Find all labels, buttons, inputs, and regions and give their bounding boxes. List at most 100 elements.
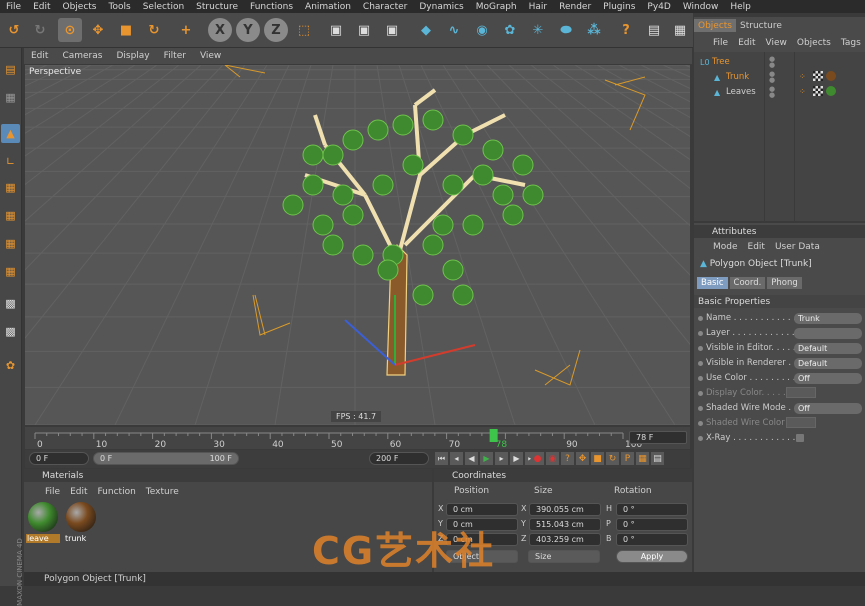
size-mode-select[interactable]: Size [528,550,600,563]
model-mode-icon[interactable]: ▲ [1,124,20,143]
visibility-dots[interactable]: ● ● [769,56,775,69]
objects-menu-objects[interactable]: Objects [792,38,836,48]
size-field[interactable]: 515.043 cm [529,518,601,531]
end-frame-field[interactable]: 200 F [369,452,429,465]
autokey-icon[interactable]: ◉ [546,452,559,465]
coordinate-system-icon[interactable]: ⬚ [292,18,316,42]
rotation-field[interactable]: 0 ° [616,518,688,531]
color-swatch[interactable] [786,387,816,398]
nurbs-icon[interactable]: ◉ [470,18,494,42]
make-editable-icon[interactable]: ▤ [1,60,20,79]
menu-structure[interactable]: Structure [190,2,244,12]
menu-objects[interactable]: Objects [57,2,103,12]
size-field[interactable]: 403.259 cm [529,533,601,546]
axis-mode-icon[interactable]: ∟ [1,152,20,171]
key-rotation-icon[interactable]: ↻ [606,452,619,465]
materials-menu-texture[interactable]: Texture [141,487,184,497]
prev-key-icon[interactable]: ◂ [450,452,463,465]
menu-mograph[interactable]: MoGraph [470,2,523,12]
menu-animation[interactable]: Animation [299,2,357,12]
tab-structure[interactable]: Structure [736,19,786,32]
render-picture-viewer-icon[interactable]: ▣ [352,18,376,42]
menu-py4d[interactable]: Py4D [641,2,676,12]
prev-frame-icon[interactable]: ◀ [465,452,478,465]
next-key-icon[interactable]: ▶ [510,452,523,465]
menu-hair[interactable]: Hair [523,2,553,12]
environment-icon[interactable]: ⬬ [554,18,578,42]
rotation-field[interactable]: 0 ° [616,533,688,546]
size-field[interactable]: 390.055 cm [529,503,601,516]
key-param-icon[interactable]: P [621,452,634,465]
play-icon[interactable]: ▶ [480,452,493,465]
tweak-icon[interactable]: ✿ [1,356,20,375]
menu-selection[interactable]: Selection [137,2,190,12]
attributes-menu-user-data[interactable]: User Data [770,242,825,252]
phong-tag-icon[interactable]: ⁘ [799,72,806,81]
tree-model[interactable] [282,88,544,376]
tab-objects[interactable]: Objects [694,19,737,32]
tab-basic[interactable]: Basic [697,277,728,289]
material-tag-icon[interactable] [826,86,836,96]
texture-tag-icon[interactable] [813,86,823,96]
texture-mode-icon[interactable]: ▦ [1,88,20,107]
array-icon[interactable]: ✿ [498,18,522,42]
menu-plugins[interactable]: Plugins [597,2,641,12]
viewport-menu-edit[interactable]: Edit [24,51,55,61]
goto-start-icon[interactable]: ⏮ [435,452,448,465]
visibility-dots[interactable]: ● ● [769,71,775,84]
materials-menu-edit[interactable]: Edit [65,487,92,497]
materials-menu-file[interactable]: File [40,487,65,497]
frame-range-slider[interactable]: 0 F 100 F [93,452,239,465]
viewport-menu-filter[interactable]: Filter [157,51,193,61]
timeline-menu-icon[interactable]: ▤ [651,452,664,465]
tab-coord[interactable]: Coord. [729,277,766,289]
animation-dot[interactable] [698,315,703,321]
polygons-mode-icon[interactable]: ▦ [1,234,20,253]
animation-dot[interactable] [698,360,703,366]
materials-menu-function[interactable]: Function [93,487,141,497]
x-axis-lock-icon[interactable]: X [208,18,232,42]
position-field[interactable]: 0 cm [446,503,518,516]
viewport-menu-view[interactable]: View [193,51,228,61]
keyframe-selection-icon[interactable]: ? [561,452,574,465]
viewport-menu-display[interactable]: Display [109,51,156,61]
menu-edit[interactable]: Edit [27,2,56,12]
y-axis-lock-icon[interactable]: Y [236,18,260,42]
menu-tools[interactable]: Tools [103,2,137,12]
menu-window[interactable]: Window [677,2,725,12]
move-tool-icon[interactable]: ✥ [86,18,110,42]
objects-menu-tags[interactable]: Tags [836,38,865,48]
attribute-value[interactable]: Default [794,342,862,354]
animation-dot[interactable] [698,405,703,411]
start-frame-field[interactable]: 0 F [29,452,89,465]
redo-icon[interactable]: ↻ [28,18,52,42]
phong-tag-icon[interactable]: ⁘ [799,87,806,96]
animation-dot[interactable] [698,375,703,381]
live-select-icon[interactable]: ⊙ [58,18,82,42]
attributes-menu-mode[interactable]: Mode [708,242,743,252]
menu-dynamics[interactable]: Dynamics [413,2,469,12]
attribute-value[interactable]: Trunk [794,312,862,324]
animation-dot[interactable] [698,330,703,336]
rotation-field[interactable]: 0 ° [616,503,688,516]
current-frame-field[interactable]: 78 F [629,431,687,444]
viewport-menu-cameras[interactable]: Cameras [55,51,109,61]
scale-tool-icon[interactable]: ■ [114,18,138,42]
visibility-dots[interactable]: ● ● [769,86,775,99]
animation-dot[interactable] [698,345,703,351]
attribute-value[interactable]: Off [794,402,862,414]
undo-icon[interactable]: ↺ [2,18,26,42]
attribute-value[interactable]: Off [794,372,862,384]
color-swatch[interactable] [786,417,816,428]
object-item-tree[interactable]: L0 Tree ● ● [696,55,864,69]
edges-mode-icon[interactable]: ▦ [1,206,20,225]
key-scale-icon[interactable]: ■ [591,452,604,465]
uv-mode-icon[interactable]: ▦ [1,262,20,281]
timeline-ruler[interactable]: 0 10 20 30 40 50 60 70 78 90 100 [25,427,690,450]
menu-character[interactable]: Character [357,2,413,12]
cube-icon[interactable]: ◆ [414,18,438,42]
animation-dot[interactable] [698,420,703,426]
menu-render[interactable]: Render [553,2,597,12]
viewport[interactable]: Perspective FPS : 41.7 ✥⇕⟳▢ [25,65,690,425]
menu-file[interactable]: File [0,2,27,12]
